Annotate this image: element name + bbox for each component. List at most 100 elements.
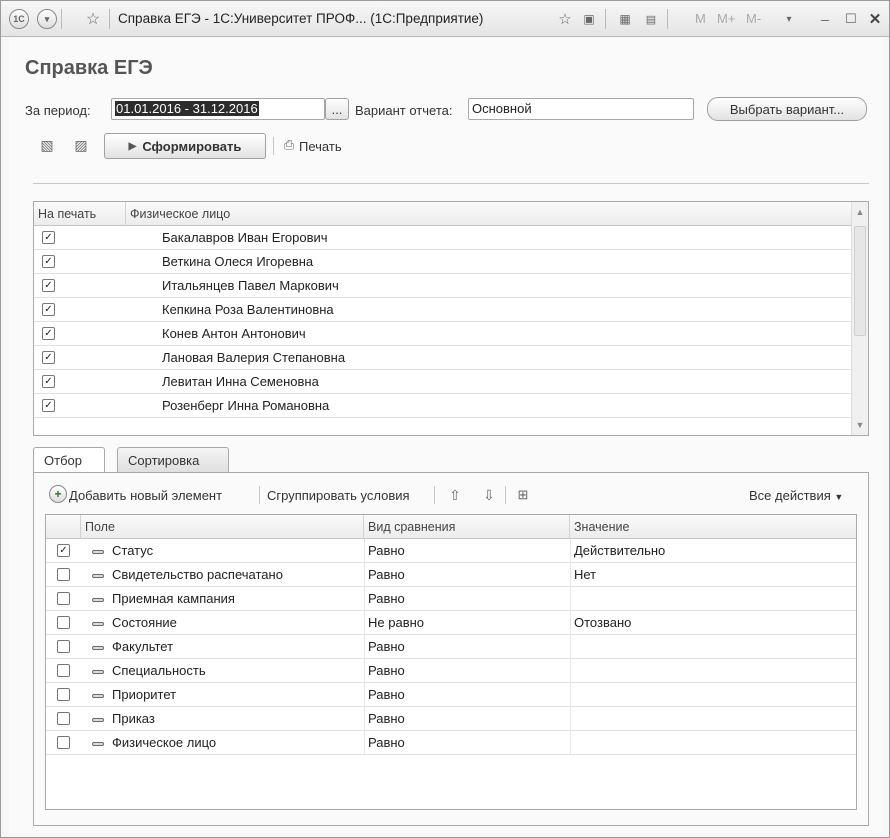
- filter-row[interactable]: Приемная кампания Равно: [46, 587, 856, 611]
- toolbar-separator: [434, 486, 435, 504]
- filter-comparison[interactable]: Равно: [368, 567, 405, 582]
- table-row[interactable]: ✓ Веткина Олеся Игоревна: [34, 250, 852, 274]
- person-name: Лановая Валерия Степановна: [162, 350, 346, 365]
- filter-row[interactable]: Факультет Равно: [46, 635, 856, 659]
- filter-row[interactable]: Свидетельство распечатано Равно Нет: [46, 563, 856, 587]
- memory-minus-button[interactable]: M-: [746, 11, 761, 26]
- group-icon[interactable]: ⊞: [513, 485, 533, 505]
- filter-field[interactable]: Факультет: [92, 639, 173, 654]
- period-select-button[interactable]: ...: [325, 98, 349, 120]
- play-icon: ▶: [128, 140, 137, 152]
- memory-plus-button[interactable]: M+: [717, 11, 735, 26]
- print-checkbox[interactable]: ✓: [42, 327, 55, 340]
- print-checkbox[interactable]: ✓: [42, 231, 55, 244]
- filter-field[interactable]: Приоритет: [92, 687, 176, 702]
- filter-use-checkbox[interactable]: [57, 592, 70, 605]
- table-row[interactable]: ✓ Кепкина Роза Валентиновна: [34, 298, 852, 322]
- minimize-icon[interactable]: –: [815, 9, 835, 29]
- filter-field[interactable]: Приказ: [92, 711, 155, 726]
- column-divider: [364, 731, 365, 755]
- period-field[interactable]: 01.01.2016 - 31.12.2016: [111, 98, 325, 120]
- maximize-icon[interactable]: ☐: [841, 9, 861, 29]
- app-logo-icon[interactable]: 1С: [9, 9, 29, 29]
- memory-m-button[interactable]: M: [695, 11, 706, 26]
- calculator-icon[interactable]: ▦: [615, 9, 635, 29]
- group-conditions-button[interactable]: Сгруппировать условия: [267, 488, 410, 503]
- filter-use-checkbox[interactable]: [57, 568, 70, 581]
- table-row[interactable]: ✓ Конев Антон Антонович: [34, 322, 852, 346]
- filter-use-checkbox[interactable]: [57, 616, 70, 629]
- print-checkbox[interactable]: ✓: [42, 399, 55, 412]
- print-checkbox[interactable]: ✓: [42, 375, 55, 388]
- add-icon[interactable]: +: [49, 485, 67, 503]
- print-checkbox[interactable]: ✓: [42, 279, 55, 292]
- filter-use-checkbox[interactable]: [57, 688, 70, 701]
- filter-row[interactable]: Приказ Равно: [46, 707, 856, 731]
- window-menu-icon[interactable]: ▾: [37, 9, 57, 29]
- filter-field[interactable]: Свидетельство распечатано: [92, 567, 283, 582]
- expand-all-icon[interactable]: ▧: [37, 135, 57, 155]
- filter-comparison[interactable]: Равно: [368, 735, 405, 750]
- print-checkbox[interactable]: ✓: [42, 303, 55, 316]
- filter-use-checkbox[interactable]: [57, 712, 70, 725]
- favorite-icon[interactable]: ☆: [555, 9, 575, 29]
- column-header-value[interactable]: Значение: [570, 515, 856, 539]
- filter-comparison[interactable]: Равно: [368, 591, 405, 606]
- filter-row[interactable]: Приоритет Равно: [46, 683, 856, 707]
- add-element-button[interactable]: Добавить новый элемент: [69, 488, 222, 503]
- column-header-print[interactable]: На печать: [34, 202, 126, 226]
- filter-row[interactable]: ✓ Статус Равно Действительно: [46, 539, 856, 563]
- move-down-icon[interactable]: ⇩: [479, 485, 499, 505]
- table-row[interactable]: ✓ Лановая Валерия Степановна: [34, 346, 852, 370]
- filter-field[interactable]: Состояние: [92, 615, 177, 630]
- table-row[interactable]: ✓ Бакалавров Иван Егорович: [34, 226, 852, 250]
- table-row[interactable]: ✓ Розенберг Инна Романовна: [34, 394, 852, 418]
- print-checkbox[interactable]: ✓: [42, 351, 55, 364]
- column-header-comparison[interactable]: Вид сравнения: [364, 515, 570, 539]
- more-dropdown-icon[interactable]: ▾: [779, 9, 799, 29]
- filter-row[interactable]: Состояние Не равно Отозвано: [46, 611, 856, 635]
- print-checkbox[interactable]: ✓: [42, 255, 55, 268]
- generate-button[interactable]: ▶ Сформировать: [104, 133, 266, 159]
- bookmark-icon[interactable]: ▣: [579, 9, 599, 29]
- scroll-down-icon[interactable]: ▼: [852, 420, 868, 430]
- tab-filter[interactable]: Отбор: [33, 447, 105, 473]
- table-row[interactable]: ✓ Итальянцев Павел Маркович: [34, 274, 852, 298]
- scroll-up-icon[interactable]: ▲: [852, 207, 868, 217]
- filter-value[interactable]: Нет: [574, 567, 596, 582]
- filter-field[interactable]: Статус: [92, 543, 153, 558]
- calendar-icon[interactable]: ▤: [641, 9, 661, 29]
- filter-use-checkbox[interactable]: [57, 664, 70, 677]
- filter-field[interactable]: Приемная кампания: [92, 591, 235, 606]
- filter-field[interactable]: Физическое лицо: [92, 735, 216, 750]
- column-divider: [364, 707, 365, 731]
- filter-use-checkbox[interactable]: [57, 640, 70, 653]
- close-icon[interactable]: ✕: [865, 9, 885, 29]
- filter-row[interactable]: Физическое лицо Равно: [46, 731, 856, 755]
- persons-scrollbar[interactable]: ▲ ▼: [851, 202, 868, 435]
- print-button[interactable]: Печать: [299, 139, 342, 154]
- table-row[interactable]: ✓ Левитан Инна Семеновна: [34, 370, 852, 394]
- scroll-thumb[interactable]: [854, 226, 866, 336]
- filter-field[interactable]: Специальность: [92, 663, 206, 678]
- filter-comparison[interactable]: Равно: [368, 663, 405, 678]
- filter-value[interactable]: Действительно: [574, 543, 665, 558]
- variant-field[interactable]: Основной: [468, 98, 694, 120]
- tab-sorting[interactable]: Сортировка: [117, 447, 229, 472]
- filter-use-checkbox[interactable]: [57, 736, 70, 749]
- filter-value[interactable]: Отозвано: [574, 615, 631, 630]
- move-up-icon[interactable]: ⇧: [445, 485, 465, 505]
- filter-use-checkbox[interactable]: ✓: [57, 544, 70, 557]
- filter-comparison[interactable]: Равно: [368, 711, 405, 726]
- column-header-person[interactable]: Физическое лицо: [126, 202, 852, 226]
- choose-variant-button[interactable]: Выбрать вариант...: [707, 97, 867, 121]
- all-actions-menu[interactable]: Все действия ▼: [749, 488, 843, 503]
- filter-comparison[interactable]: Равно: [368, 543, 405, 558]
- star-icon[interactable]: ☆: [83, 9, 103, 29]
- filter-row[interactable]: Специальность Равно: [46, 659, 856, 683]
- filter-comparison[interactable]: Равно: [368, 687, 405, 702]
- column-header-field[interactable]: Поле: [81, 515, 364, 539]
- filter-comparison[interactable]: Равно: [368, 639, 405, 654]
- filter-comparison[interactable]: Не равно: [368, 615, 424, 630]
- collapse-all-icon[interactable]: ▨: [71, 135, 91, 155]
